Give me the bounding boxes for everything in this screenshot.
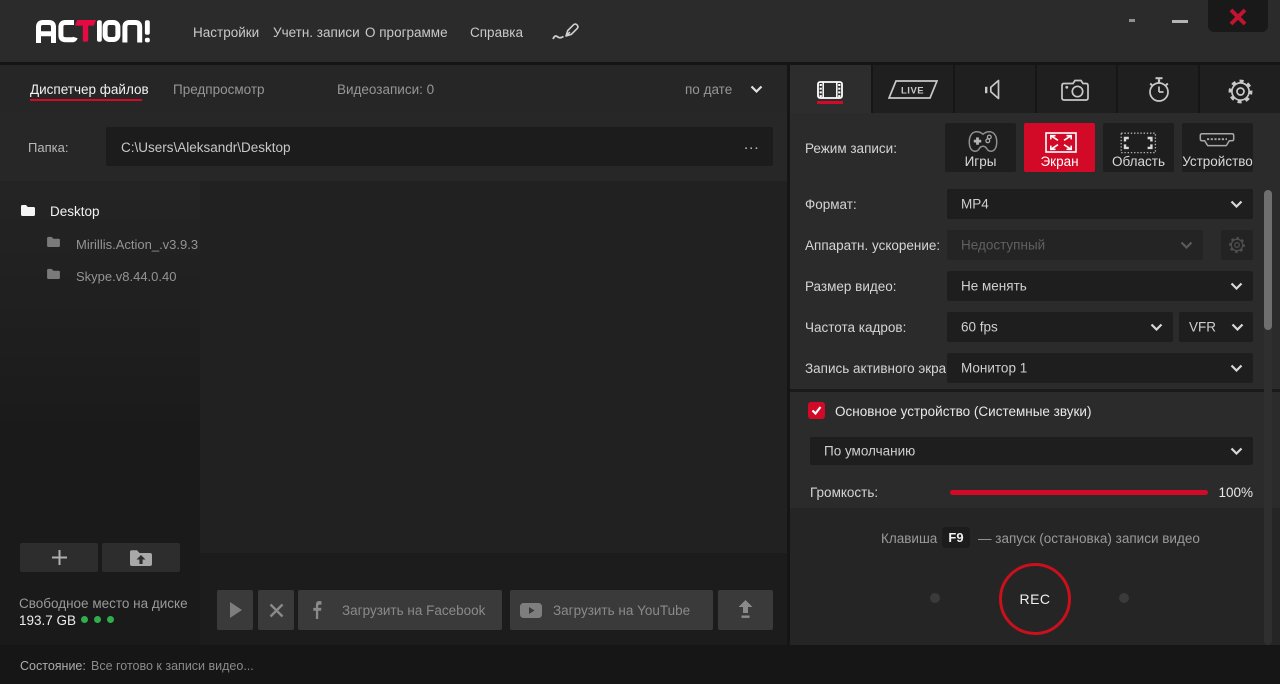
svg-text:LIVE: LIVE (901, 86, 924, 97)
